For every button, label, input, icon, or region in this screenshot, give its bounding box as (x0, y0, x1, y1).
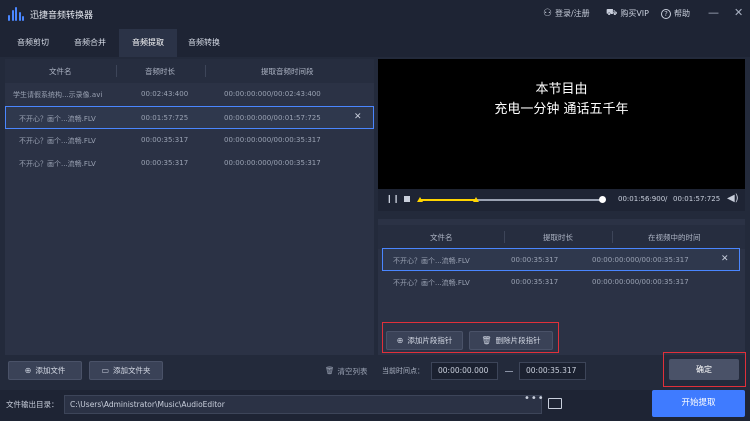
file-row-selected[interactable]: 不开心？画个...流畅.FLV 00:01:57:725 00:00:00:00… (5, 106, 374, 129)
add-file-button[interactable]: ⊕ 添加文件 (8, 361, 82, 380)
clear-list-button[interactable]: 🗑 清空列表 (325, 366, 368, 377)
file-list-header: 文件名 音频时长 提取音频时间段 (5, 59, 374, 83)
segment-row-selected[interactable]: 不开心？画个...流畅.FLV 00:00:35:317 00:00:00:00… (382, 248, 740, 271)
file-row[interactable]: 不开心？画个...流畅.FLV 00:00:35:317 00:00:00:00… (5, 152, 374, 175)
tab-audio-cut[interactable]: 音频剪切 (6, 29, 60, 57)
header-seg-position: 在视频中的时间 (648, 233, 701, 242)
cart-icon: ⛟ (606, 8, 618, 18)
header-seg-duration: 提取时长 (543, 233, 573, 242)
start-time-field[interactable]: 00:00:00.000 (431, 362, 498, 380)
volume-icon[interactable]: ◀) (727, 193, 739, 204)
help-icon: ? (661, 8, 671, 19)
tab-audio-merge[interactable]: 音频合并 (63, 29, 117, 57)
playhead-knob[interactable] (598, 196, 606, 203)
segment-row[interactable]: 不开心？画个...流畅.FLV 00:00:35:317 00:00:00:00… (382, 271, 740, 294)
output-dir-label: 文件输出目录： (6, 400, 59, 409)
segment-start-marker[interactable] (417, 197, 423, 202)
segment-list-header: 文件名 提取时长 在视频中的时间 (378, 225, 745, 249)
header-range: 提取音频时间段 (261, 67, 314, 76)
app-logo-icon (8, 7, 24, 21)
stop-icon[interactable] (404, 196, 410, 202)
delete-segment-pointer-button[interactable]: 🗑 删除片段指针 (469, 331, 553, 350)
tab-audio-extract[interactable]: 音频提取 (119, 29, 177, 57)
file-list: 文件名 音频时长 提取音频时间段 学生请假系统构...示录像.avi 00:02… (5, 59, 374, 355)
file-row[interactable]: 学生请假系统构...示录像.avi 00:02:43:400 00:00:00:… (5, 83, 374, 106)
trash-icon: 🗑 (325, 366, 335, 375)
open-folder-icon[interactable] (548, 398, 562, 409)
header-duration: 音频时长 (145, 67, 175, 76)
file-row[interactable]: 不开心？画个...流畅.FLV 00:00:35:317 00:00:00:00… (5, 129, 374, 152)
current-time: 00:01:56:900 (618, 195, 666, 203)
app-title: 迅捷音频转换器 (30, 11, 94, 21)
plus-circle-icon: ⊕ (24, 366, 32, 375)
login-link[interactable]: ⚇ 登录/注册 (543, 8, 590, 19)
help-link[interactable]: ? 帮助 (661, 8, 690, 19)
trash-icon: 🗑 (481, 336, 492, 345)
subtitle-line-2: 充电一分钟 通话五千年 (494, 102, 629, 117)
remove-segment-icon[interactable]: ✕ (721, 254, 729, 264)
end-time-field[interactable]: 00:00:35.317 (519, 362, 586, 380)
segment-end-marker[interactable] (473, 197, 479, 202)
output-path-field[interactable]: C:\Users\Administrator\Music\AudioEditor (64, 395, 542, 414)
buy-vip-link[interactable]: ⛟ 购买VIP (606, 8, 649, 19)
start-extract-button[interactable]: 开始提取 (652, 390, 745, 417)
video-preview: 本节目由 充电一分钟 通话五千年 (378, 59, 745, 189)
total-time: 00:01:57:725 (673, 195, 721, 203)
tab-audio-convert[interactable]: 音频转换 (177, 29, 231, 57)
main-tabs: 音频剪切 音频合并 音频提取 音频转换 (0, 29, 750, 57)
timeline-track[interactable] (417, 196, 606, 203)
header-filename: 文件名 (49, 67, 72, 76)
add-folder-button[interactable]: ▭ 添加文件夹 (89, 361, 163, 380)
add-segment-pointer-button[interactable]: ⊕ 添加片段指针 (386, 331, 463, 350)
confirm-highlight: 确定 (663, 352, 746, 387)
header-seg-filename: 文件名 (430, 233, 453, 242)
plus-circle-icon: ⊕ (396, 336, 404, 345)
minimize-button[interactable]: — (708, 6, 719, 19)
subtitle-line-1: 本节目由 (535, 82, 588, 97)
close-window-button[interactable]: ✕ (734, 6, 743, 19)
title-bar: 迅捷音频转换器 ⚇ 登录/注册 ⛟ 购买VIP ? 帮助 — ✕ (0, 0, 750, 29)
pause-icon[interactable]: ❙❙ (386, 194, 399, 203)
output-bar: 文件输出目录： C:\Users\Administrator\Music\Aud… (0, 390, 750, 421)
user-icon: ⚇ (543, 8, 552, 19)
remove-file-icon[interactable]: ✕ (354, 112, 362, 122)
folder-icon: ▭ (101, 366, 110, 375)
player-controls: ❙❙ 00:01:56:900 / 00:01:57:725 ◀) (378, 189, 745, 211)
browse-dots-button[interactable]: ••• (524, 393, 545, 404)
confirm-button[interactable]: 确定 (669, 359, 739, 380)
current-time-label: 当前时间点： (382, 367, 424, 375)
